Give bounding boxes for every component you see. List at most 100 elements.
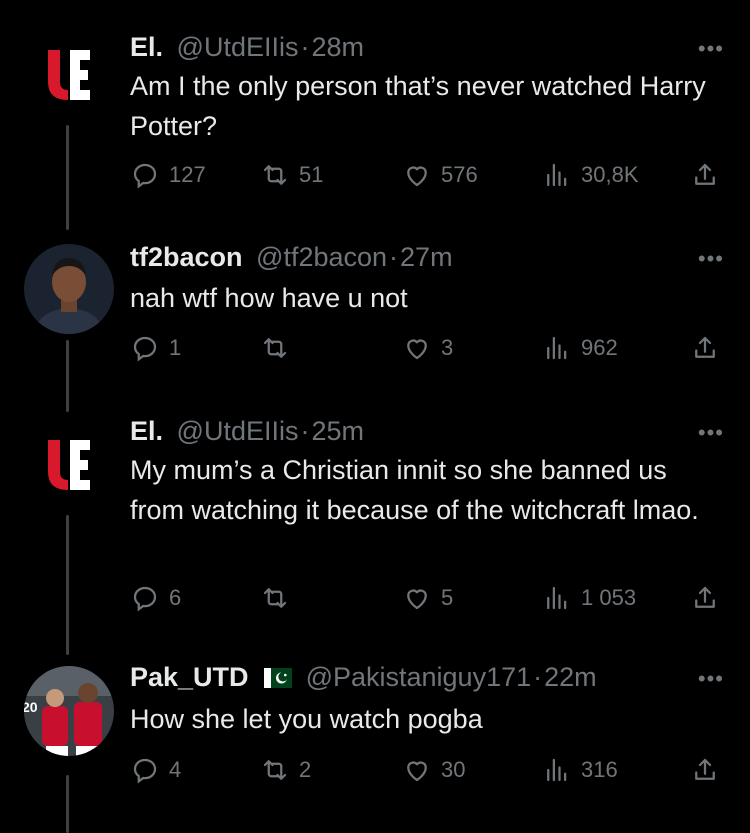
reply-count: 127: [169, 162, 206, 187]
view-count: 962: [581, 335, 618, 360]
retweet-icon: [263, 165, 287, 185]
separator-dot: ·: [300, 32, 310, 62]
separator-dot: ·: [300, 416, 310, 446]
pakistan-flag-icon: [264, 668, 293, 688]
views-button[interactable]: 30,8K: [542, 155, 639, 195]
view-count: 316: [581, 757, 618, 782]
jersey-number: 20: [24, 699, 38, 715]
thread-line: [66, 340, 69, 412]
more-options-icon[interactable]: •••: [698, 246, 724, 272]
share-button[interactable]: [690, 750, 720, 790]
reply-button[interactable]: 6: [130, 578, 181, 618]
avatar[interactable]: [24, 420, 114, 510]
user-handle[interactable]: @UtdEIIis: [177, 32, 299, 62]
timestamp[interactable]: 25m: [311, 416, 364, 446]
views-button[interactable]: 962: [542, 328, 618, 368]
share-icon: [695, 163, 715, 185]
reply-icon: [133, 336, 157, 362]
like-count: 30: [441, 757, 466, 782]
reply-icon: [133, 163, 157, 189]
retweet-icon: [263, 588, 287, 608]
tweet-header: tf2bacon @tf2bacon·27m: [130, 242, 453, 273]
reply-button[interactable]: 127: [130, 155, 206, 195]
share-icon: [695, 586, 715, 608]
reply-icon: [133, 758, 157, 784]
separator-dot: ·: [389, 242, 399, 272]
action-bar: 6 5 1 053: [130, 578, 730, 618]
user-handle[interactable]: @Pakistaniguy171: [306, 662, 532, 692]
club-logo-icon: [48, 50, 90, 100]
reply-button[interactable]: 4: [130, 750, 181, 790]
tweet-header: El. @UtdEIIis·28m: [130, 32, 364, 63]
tweet-header: El. @UtdEIIis·25m: [130, 416, 364, 447]
reply-icon: [133, 586, 157, 612]
display-name[interactable]: El.: [130, 416, 163, 446]
timestamp[interactable]: 27m: [400, 242, 453, 272]
reply-count: 1: [169, 335, 182, 360]
profile-photo: [24, 244, 114, 334]
thread-line: [66, 515, 69, 655]
retweet-icon: [263, 760, 287, 780]
tweet-header: Pak_UTD @Pakistaniguy171·22m: [130, 662, 597, 693]
share-button[interactable]: [690, 155, 720, 195]
share-icon: [695, 336, 715, 358]
like-button[interactable]: 3: [402, 328, 453, 368]
display-name[interactable]: tf2bacon: [130, 242, 243, 272]
views-icon: [547, 163, 567, 187]
profile-photo: 20: [24, 666, 114, 756]
like-button[interactable]: 576: [402, 155, 478, 195]
reply-count: 4: [169, 757, 182, 782]
more-options-icon[interactable]: •••: [698, 666, 724, 692]
thread-line: [66, 125, 69, 230]
like-count: 576: [441, 162, 478, 187]
user-handle[interactable]: @tf2bacon: [256, 242, 387, 272]
avatar[interactable]: [24, 30, 114, 120]
retweet-button[interactable]: [260, 328, 299, 368]
action-bar: 1 3 962: [130, 328, 730, 368]
heart-icon: [407, 166, 427, 187]
user-handle[interactable]: @UtdEIIis: [177, 416, 299, 446]
like-count: 3: [441, 335, 454, 360]
views-button[interactable]: 1 053: [542, 578, 636, 618]
heart-icon: [407, 339, 427, 360]
reply-count: 6: [169, 585, 182, 610]
thread-line: [66, 775, 69, 833]
timestamp[interactable]: 28m: [311, 32, 364, 62]
share-button[interactable]: [690, 578, 720, 618]
share-button[interactable]: [690, 328, 720, 368]
tweet-text: How she let you watch pogba: [130, 704, 483, 734]
retweet-button[interactable]: 2: [260, 750, 311, 790]
timestamp[interactable]: 22m: [544, 662, 597, 692]
like-button[interactable]: 5: [402, 578, 453, 618]
retweet-count: 51: [299, 162, 324, 187]
retweet-count: 2: [299, 757, 312, 782]
heart-icon: [407, 761, 427, 782]
views-icon: [547, 586, 567, 610]
retweet-button[interactable]: 51: [260, 155, 323, 195]
display-name[interactable]: El.: [130, 32, 163, 62]
heart-icon: [407, 589, 427, 610]
action-bar: 127 51 576 30,8K: [130, 155, 730, 195]
views-button[interactable]: 316: [542, 750, 618, 790]
reply-button[interactable]: 1: [130, 328, 181, 368]
tweet-text: Am I the only person that’s never watche…: [130, 71, 706, 141]
like-button[interactable]: 30: [402, 750, 465, 790]
retweet-icon: [263, 338, 287, 358]
club-logo-icon: [48, 440, 90, 490]
view-count: 30,8K: [581, 162, 639, 187]
tweet-text: My mum’s a Christian innit so she banned…: [130, 455, 699, 525]
separator-dot: ·: [533, 662, 543, 692]
action-bar: 4 2 30 316: [130, 750, 730, 790]
views-icon: [547, 336, 567, 360]
avatar[interactable]: [24, 244, 114, 334]
view-count: 1 053: [581, 585, 637, 610]
tweet-text: nah wtf how have u not: [130, 283, 408, 313]
like-count: 5: [441, 585, 454, 610]
views-icon: [547, 758, 567, 782]
more-options-icon[interactable]: •••: [698, 420, 724, 446]
retweet-button[interactable]: [260, 578, 299, 618]
more-options-icon[interactable]: •••: [698, 36, 724, 62]
share-icon: [695, 758, 715, 780]
avatar[interactable]: 20: [24, 666, 114, 756]
display-name[interactable]: Pak_UTD: [130, 662, 249, 692]
